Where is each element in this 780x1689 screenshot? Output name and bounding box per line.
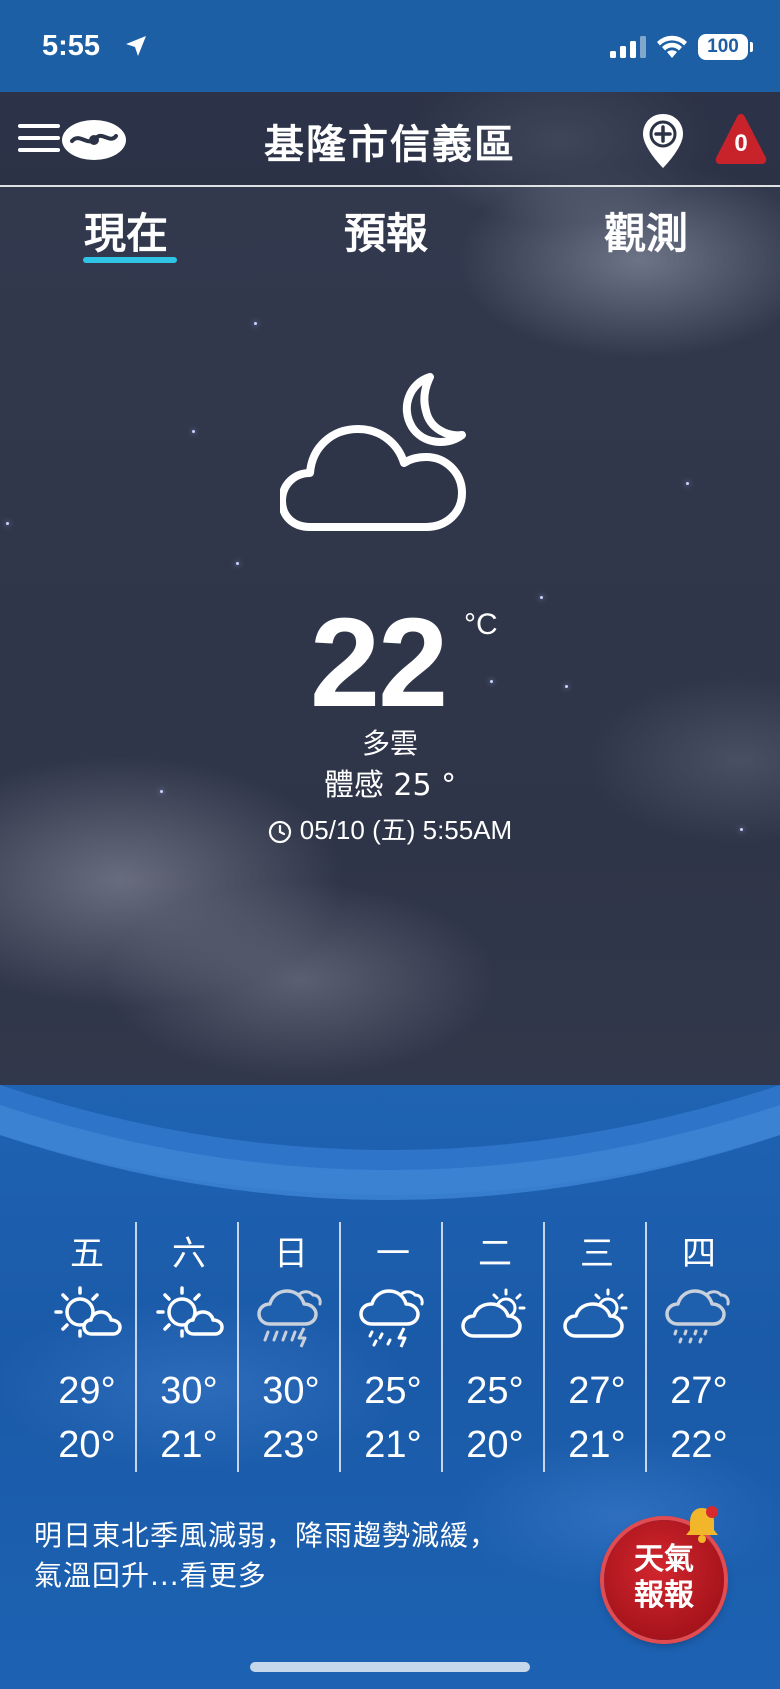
forecast-day-name: 三 (580, 1234, 614, 1274)
day-divider (135, 1222, 137, 1472)
star (254, 322, 257, 325)
forecast-day[interactable]: 六 30° 21° (138, 1222, 240, 1472)
summary-line-1: 明日東北季風減弱，降雨趨勢減緩， (34, 1519, 499, 1552)
forecast-day-name: 四 (682, 1234, 716, 1274)
forecast-low: 23° (262, 1424, 320, 1466)
location-arrow-icon (126, 36, 146, 56)
forecast-day-name: 六 (172, 1234, 206, 1274)
forecast-day[interactable]: 四 27° 22° (648, 1222, 750, 1472)
alert-count: 0 (734, 130, 748, 157)
partly-cloudy-night-icon (280, 373, 466, 531)
cloud-sun-icon (563, 1288, 628, 1338)
star (565, 685, 568, 688)
current-temperature: 22 (310, 592, 448, 733)
add-location-icon[interactable] (640, 112, 686, 172)
feels-like-temperature: 體感 25 ° (323, 768, 457, 803)
forecast-low: 21° (160, 1424, 218, 1466)
status-time: 5:55 (42, 30, 101, 62)
forecast-day[interactable]: 三 27° 21° (546, 1222, 648, 1472)
sun-cloud-icon (156, 1286, 224, 1338)
tab-forecast[interactable]: 預報 (344, 200, 428, 261)
day-divider (543, 1222, 545, 1472)
cloud-thunder-rain-icon (257, 1289, 322, 1348)
panel-arc (0, 1085, 780, 1200)
star (490, 680, 493, 683)
star (686, 482, 689, 485)
active-tab-indicator (83, 257, 177, 263)
wifi-icon (657, 35, 687, 58)
forecast-high: 27° (670, 1370, 728, 1412)
summary-line-2: 氣溫回升...看更多 (34, 1559, 267, 1592)
day-divider (237, 1222, 239, 1472)
forecast-high: 29° (58, 1370, 116, 1412)
weather-news-label-line-1: 天氣 (634, 1542, 694, 1577)
current-condition: 多雲 (361, 727, 418, 760)
forecast-day[interactable]: 日 30° 23° (240, 1222, 342, 1472)
home-indicator (250, 1662, 530, 1672)
forecast-high: 25° (364, 1370, 422, 1412)
forecast-low: 21° (568, 1424, 626, 1466)
day-divider (645, 1222, 647, 1472)
star (540, 596, 543, 599)
cloud-thunder-rain-icon (359, 1289, 424, 1348)
forecast-day-name: 二 (478, 1234, 512, 1274)
app-header: 基隆市信義區 0 (0, 92, 780, 187)
forecast-day-name: 五 (70, 1234, 104, 1274)
notification-bell-icon (686, 1506, 718, 1543)
star (6, 522, 9, 525)
battery-indicator: 100 (698, 34, 748, 60)
cloud-rain-icon (665, 1289, 730, 1344)
star (236, 562, 239, 565)
cellular-signal-icon (610, 36, 646, 58)
tab-observation[interactable]: 觀測 (604, 200, 688, 261)
forecast-summary-link[interactable]: 明日東北季風減弱，降雨趨勢減緩， 氣溫回升...看更多 (34, 1516, 574, 1596)
forecast-low: 22° (670, 1424, 728, 1466)
cloud-sun-icon (461, 1288, 526, 1338)
tab-now[interactable]: 現在 (84, 200, 168, 261)
weather-news-label: 天氣 報報 (604, 1542, 724, 1614)
forecast-day[interactable]: 一 25° 21° (342, 1222, 444, 1472)
forecast-low: 20° (58, 1424, 116, 1466)
clock-icon (268, 821, 291, 844)
forecast-day[interactable]: 二 25° 20° (444, 1222, 546, 1472)
battery-cap (750, 42, 753, 52)
forecast-day[interactable]: 五 29° 20° (36, 1222, 138, 1472)
forecast-high: 25° (466, 1370, 524, 1412)
forecast-low: 20° (466, 1424, 524, 1466)
temperature-unit: °C (464, 608, 498, 641)
forecast-day-name: 一 (376, 1234, 410, 1274)
weather-news-label-line-2: 報報 (634, 1578, 694, 1613)
star (192, 430, 195, 433)
forecast-day-name: 日 (274, 1234, 308, 1274)
observation-time-text: 05/10 (五) 5:55AM (299, 815, 513, 845)
observation-time: 05/10 (五) 5:55AM (0, 810, 780, 847)
forecast-low: 21° (364, 1424, 422, 1466)
forecast-high: 27° (568, 1370, 626, 1412)
warning-alert-button[interactable]: 0 (714, 110, 768, 166)
status-bar: 5:55 100 (0, 0, 780, 92)
day-divider (441, 1222, 443, 1472)
day-divider (339, 1222, 341, 1472)
forecast-high: 30° (160, 1370, 218, 1412)
sun-cloud-icon (54, 1286, 122, 1338)
forecast-high: 30° (262, 1370, 320, 1412)
weekly-forecast: 五 29° 20° 六 30° 21° 日 30° 23° 一 25° 21° … (36, 1222, 749, 1472)
